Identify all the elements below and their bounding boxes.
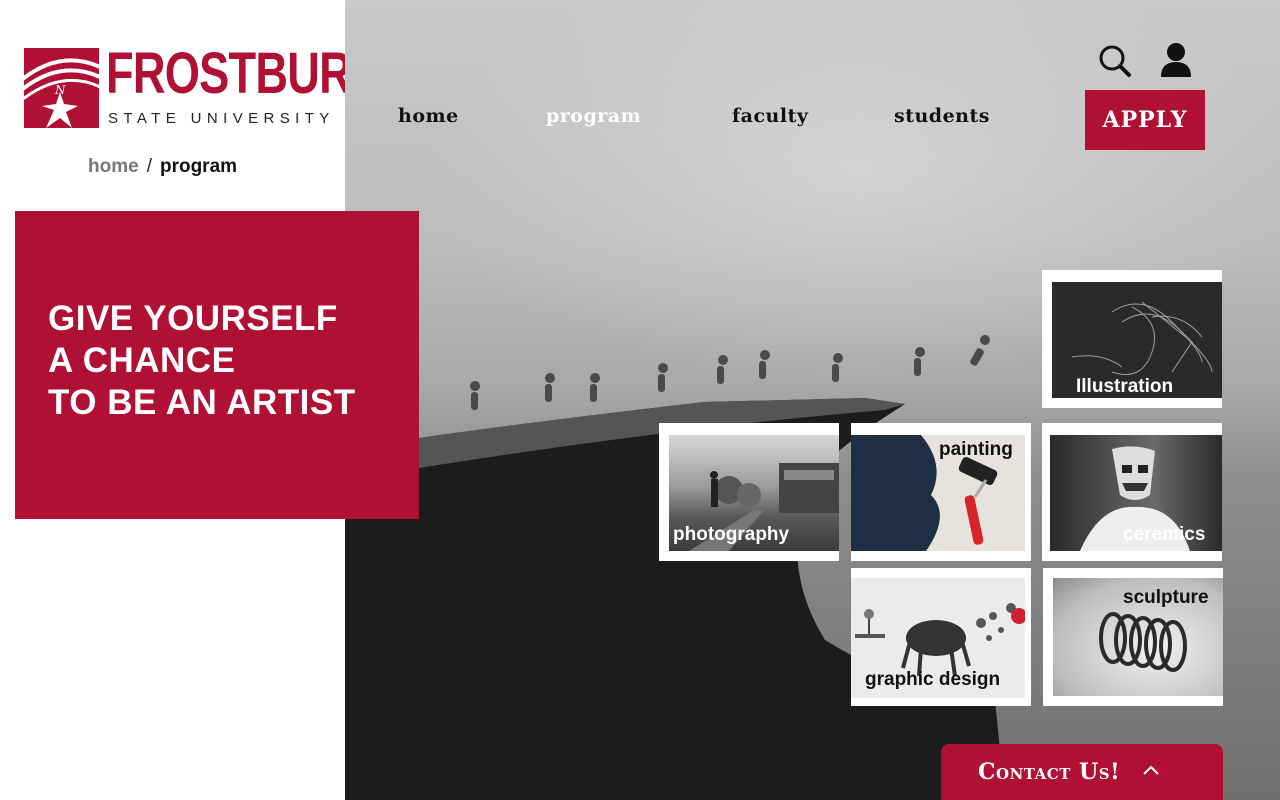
headline-line-2: A CHANCE (48, 341, 236, 380)
contact-us-button[interactable]: Contact Us! (941, 744, 1223, 800)
frostburg-logo[interactable]: N FROSTBURG STATE UNIVERSITY (24, 43, 386, 131)
user-icon[interactable] (1159, 42, 1193, 78)
breadcrumb-home-link[interactable]: home (88, 156, 139, 177)
tile-illustration[interactable]: Illustration (1042, 270, 1222, 408)
tile-photography[interactable]: photography (659, 423, 839, 561)
tile-sculpture[interactable]: sculpture (1043, 568, 1223, 706)
contact-us-label: Contact Us! (978, 759, 1121, 785)
tile-label: painting (939, 439, 1013, 460)
tile-label: sculpture (1123, 587, 1209, 608)
breadcrumb: home / program (88, 156, 237, 178)
tile-painting[interactable]: painting (851, 423, 1031, 561)
logo-emblem: N (24, 48, 99, 128)
headline-card: GIVE YOURSELF A CHANCE TO BE AN ARTIST (15, 211, 419, 519)
tile-ceramics[interactable]: ceremics (1042, 423, 1222, 561)
tile-label: ceremics (1123, 524, 1206, 545)
logo-wordmark: FROSTBURG (106, 41, 386, 106)
nav-home[interactable]: home (398, 105, 459, 127)
breadcrumb-separator: / (146, 156, 152, 177)
tile-label: photography (673, 524, 790, 545)
search-icon[interactable] (1098, 44, 1132, 78)
logo-subtitle: STATE UNIVERSITY (108, 110, 335, 127)
nav-program[interactable]: program (546, 105, 641, 127)
nav-faculty[interactable]: faculty (732, 105, 808, 127)
breadcrumb-current: program (159, 156, 238, 177)
headline-line-3: TO BE AN ARTIST (48, 383, 356, 422)
chevron-up-icon (1142, 763, 1160, 781)
tile-graphic-design[interactable]: graphic design (851, 568, 1031, 706)
logo-emblem-letter: N (55, 83, 66, 97)
headline-line-1: GIVE YOURSELF (48, 299, 338, 338)
nav-students[interactable]: students (894, 105, 990, 127)
tile-label: Illustration (1076, 376, 1174, 397)
tile-label: graphic design (865, 669, 1001, 690)
apply-button[interactable]: APPLY (1085, 90, 1205, 150)
